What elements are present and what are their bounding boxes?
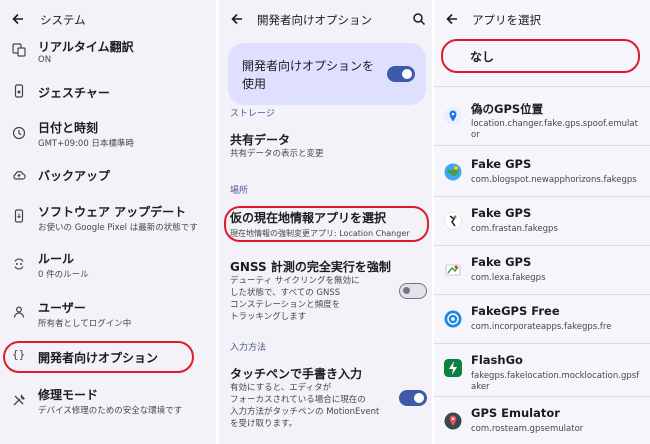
settings-item-gestures[interactable]: ジェスチャー	[0, 80, 216, 108]
top-app-bar: 開発者向けオプション	[219, 0, 432, 38]
app-name: FakeGPS Free	[471, 304, 560, 318]
page-title: 開発者向けオプション	[257, 13, 372, 27]
developer-options-switch[interactable]	[387, 66, 415, 82]
person-icon	[13, 306, 25, 318]
app-icon-flashgo	[444, 359, 462, 377]
page-title: システム	[40, 13, 86, 27]
item-subtitle-line: トラッキングします	[230, 312, 307, 322]
back-arrow-icon[interactable]	[229, 11, 245, 27]
rules-icon	[14, 258, 24, 270]
cloud-backup-icon	[13, 171, 26, 180]
app-icon-target	[444, 310, 462, 328]
item-title: 日付と時刻	[38, 121, 99, 135]
item-title: ユーザー	[38, 301, 86, 315]
item-title: バックアップ	[38, 169, 111, 183]
app-name: 偽のGPS位置	[471, 102, 544, 116]
dev-toggle-label: 開発者向けオプションを使用	[242, 59, 375, 91]
translate-icon	[12, 43, 26, 57]
page-title: アプリを選択	[472, 13, 541, 27]
settings-item-rules[interactable]: ルール 0 件のルール	[0, 249, 216, 283]
back-arrow-icon[interactable]	[444, 11, 460, 27]
developer-options-panel: 開発者向けオプション 開発者向けオプションを使用 ストレージ 共有データ 共有デ…	[219, 0, 432, 444]
app-icon-pin-figure	[444, 212, 462, 230]
app-package: com.frastan.fakegps	[471, 224, 558, 234]
item-subtitle: デバイス修理のための安全な環境です	[38, 406, 183, 416]
app-package: com.lexa.fakegps	[471, 273, 546, 283]
item-subtitle-line: を受け取ります。	[230, 419, 298, 429]
app-option-row[interactable]: GPS Emulator com.rosteam.gpsemulator	[434, 398, 650, 444]
app-option-row[interactable]: 偽のGPS位置 location.changer.fake.gps.spoof.…	[434, 93, 650, 142]
top-app-bar: アプリを選択	[434, 0, 650, 38]
app-icon-globe	[444, 163, 462, 181]
select-app-panel: アプリを選択 なし 偽のGPS位置 location.changer.fake.…	[434, 0, 650, 444]
item-title: ソフトウェア アップデート	[38, 205, 187, 219]
section-header-storage: ストレージ	[230, 109, 275, 119]
app-package: com.rosteam.gpsemulator	[471, 424, 584, 434]
app-package: com.incorporateapps.fakegps.fre	[471, 322, 612, 332]
stylus-handwriting-switch[interactable]	[399, 390, 427, 406]
use-developer-options-card[interactable]: 開発者向けオプションを使用	[228, 43, 426, 105]
app-package: aker	[471, 382, 490, 392]
divider	[434, 86, 650, 87]
app-icon-map-pin	[444, 107, 462, 125]
item-subtitle: GMT+09:00 日本標準時	[38, 139, 134, 149]
system-settings-panel: システム リアルタイム翻訳 ON ジェスチャー 日付と時刻 GMT+09:00 …	[0, 0, 216, 444]
app-name: GPS Emulator	[471, 406, 560, 420]
app-option-row[interactable]: Fake GPS com.blogspot.newapphorizons.fak…	[434, 149, 650, 198]
section-header-location: 場所	[230, 186, 249, 196]
settings-item-date-time[interactable]: 日付と時刻 GMT+09:00 日本標準時	[0, 119, 216, 153]
back-arrow-icon[interactable]	[10, 11, 26, 27]
app-icon-map-flag	[445, 264, 461, 276]
divider	[434, 343, 650, 344]
item-subtitle: 0 件のルール	[38, 270, 89, 280]
app-option-row[interactable]: FakeGPS Free com.incorporateapps.fakegps…	[434, 296, 650, 345]
item-title: ジェスチャー	[38, 86, 110, 100]
highlight-annotation	[224, 206, 429, 242]
divider	[434, 294, 650, 295]
item-title: ルール	[38, 252, 75, 266]
settings-item-live-translate[interactable]: リアルタイム翻訳 ON	[0, 38, 216, 68]
app-icon-gps-emulator	[444, 412, 462, 430]
settings-item-backup[interactable]: バックアップ	[0, 164, 216, 190]
app-name: Fake GPS	[471, 206, 532, 220]
item-title: 共有データ	[230, 133, 291, 147]
item-subtitle: 所有者としてログイン中	[38, 319, 132, 329]
app-option-row[interactable]: Fake GPS com.lexa.fakegps	[434, 247, 650, 296]
app-name: Fake GPS	[471, 157, 532, 171]
settings-item-users[interactable]: ユーザー 所有者としてログイン中	[0, 296, 216, 330]
top-app-bar: システム	[0, 0, 216, 38]
highlight-annotation	[441, 39, 640, 73]
item-subtitle: 共有データの表示と変更	[230, 149, 324, 159]
divider	[434, 396, 650, 397]
divider	[434, 196, 650, 197]
clock-icon	[12, 126, 26, 140]
app-package: com.blogspot.newapphorizons.fakegps	[471, 175, 637, 185]
settings-item-repair-mode[interactable]: 修理モード デバイス修理のための安全な環境です	[0, 385, 216, 419]
system-update-icon	[14, 209, 24, 223]
item-title: タッチペンで手書き入力	[230, 367, 363, 381]
app-option-row[interactable]: Fake GPS com.frastan.fakegps	[434, 198, 650, 247]
app-name: FlashGo	[471, 353, 523, 367]
phone-gesture-icon	[14, 84, 24, 98]
gnss-switch[interactable]	[399, 283, 427, 299]
app-package: fakegps.fakelocation.mocklocation.gpsf	[471, 371, 640, 381]
search-icon[interactable]	[412, 12, 426, 26]
app-name: Fake GPS	[471, 255, 532, 269]
item-title: GNSS 計測の完全実行を強制	[230, 260, 391, 274]
item-title: リアルタイム翻訳	[38, 40, 134, 54]
highlight-annotation	[3, 341, 194, 373]
divider	[434, 245, 650, 246]
app-package: location.changer.fake.gps.spoof.emulat	[471, 119, 638, 129]
item-subtitle: ON	[38, 55, 52, 65]
app-package: or	[471, 130, 480, 140]
item-title: 修理モード	[38, 388, 99, 402]
divider	[434, 145, 650, 146]
app-option-row[interactable]: FlashGo fakegps.fakelocation.mocklocatio…	[434, 345, 650, 394]
section-header-input: 入力方法	[230, 343, 267, 353]
repair-tools-icon	[13, 394, 25, 406]
item-subtitle: お使いの Google Pixel は最新の状態です	[38, 223, 198, 233]
settings-item-software-update[interactable]: ソフトウェア アップデート お使いの Google Pixel は最新の状態です	[0, 201, 216, 235]
